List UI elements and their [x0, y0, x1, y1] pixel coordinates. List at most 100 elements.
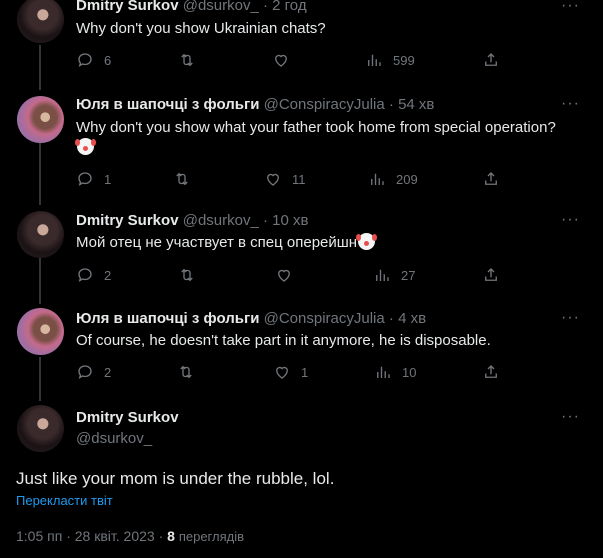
like-button[interactable] — [272, 51, 300, 69]
heart-icon — [276, 366, 288, 379]
views-label: переглядів — [178, 529, 245, 544]
tweet-text: Just like your mom is under the rubble, … — [16, 469, 335, 488]
views-icon — [368, 54, 381, 66]
tweet-time[interactable]: 54 хв — [398, 96, 434, 113]
retweet-button[interactable] — [178, 266, 206, 284]
views-count: 27 — [401, 267, 416, 283]
reply-button[interactable]: 2 — [76, 363, 111, 381]
heart-icon — [275, 54, 287, 67]
retweet-button[interactable] — [177, 363, 205, 381]
separator: · — [158, 528, 164, 544]
reply-button[interactable]: 6 — [76, 51, 111, 69]
views-icon — [377, 366, 390, 378]
tweet[interactable]: Юля в шапочці з фольги @ConspiracyJulia … — [0, 300, 603, 400]
author-handle[interactable]: @dsurkov_ — [183, 0, 259, 14]
tweet[interactable]: Dmitry Surkov @dsurkov_ · 10 хв ··· Мой … — [0, 200, 603, 300]
like-count: 1 — [301, 364, 309, 380]
avatar[interactable] — [17, 211, 64, 258]
views-button[interactable]: 10 — [374, 363, 416, 381]
share-icon — [485, 268, 497, 281]
views-button[interactable]: 27 — [373, 266, 415, 284]
more-options-icon[interactable]: ··· — [561, 95, 580, 113]
tweet-time[interactable]: 2 год — [272, 0, 306, 14]
tweet-header: Юля в шапочці з фольги @ConspiracyJulia … — [76, 96, 434, 113]
tweet[interactable]: Юля в шапочці з фольги @ConspiracyJulia … — [0, 90, 603, 200]
share-button[interactable] — [482, 266, 500, 284]
like-count: 11 — [292, 171, 306, 187]
author-handle[interactable]: @ConspiracyJulia — [264, 96, 385, 113]
views-count: 10 — [402, 364, 417, 380]
more-options-icon[interactable]: ··· — [561, 408, 580, 426]
retweet-button[interactable] — [173, 170, 201, 188]
tweet-header: Dmitry Surkov @dsurkov_ · 10 хв — [76, 212, 308, 229]
reply-icon — [78, 53, 92, 68]
tweet-text: Мой отец не участвует в спец оперейшн — [76, 233, 378, 253]
separator: · — [388, 96, 394, 113]
tweet-text: Of course, he doesn't take part in it an… — [76, 332, 491, 349]
separator: · — [388, 310, 394, 327]
tweet-time[interactable]: 10 хв — [272, 212, 308, 229]
views-count: 8 — [167, 528, 175, 544]
tweet-text-content: Мой отец не участвует в спец оперейшн — [76, 234, 358, 251]
like-button[interactable]: 11 — [264, 170, 306, 188]
retweet-button[interactable] — [178, 51, 206, 69]
retweet-icon — [181, 53, 193, 67]
views-icon — [376, 269, 389, 281]
share-button[interactable] — [482, 51, 500, 69]
author-handle-text[interactable]: @dsurkov_ — [76, 430, 152, 447]
tweet-header: Юля в шапочці з фольги @ConspiracyJulia … — [76, 310, 426, 327]
tweet-date[interactable]: 28 квіт. 2023 — [75, 528, 155, 544]
share-icon — [485, 365, 497, 378]
translate-tweet-link[interactable]: Перекласти твіт — [16, 493, 113, 508]
share-button[interactable] — [482, 363, 500, 381]
reply-button[interactable]: 2 — [76, 266, 111, 284]
tweet[interactable]: Dmitry Surkov @dsurkov_ · 2 год ··· Why … — [0, 0, 603, 90]
author-handle: @dsurkov_ — [76, 430, 152, 447]
views-count: 599 — [393, 52, 415, 68]
author-name[interactable]: Dmitry Surkov — [76, 212, 179, 229]
reply-button[interactable]: 1 — [76, 170, 111, 188]
author-name[interactable]: Юля в шапочці з фольги — [76, 310, 259, 327]
tweet-actions: 6 599 — [76, 51, 506, 71]
retweet-icon — [181, 268, 193, 282]
more-options-icon[interactable]: ··· — [561, 211, 580, 229]
author-handle[interactable]: @ConspiracyJulia — [264, 310, 385, 327]
clown-face-emoji — [356, 233, 378, 250]
reply-icon — [78, 268, 92, 283]
avatar[interactable] — [17, 0, 64, 43]
reply-count: 2 — [104, 364, 112, 380]
share-icon — [485, 53, 497, 66]
retweet-icon — [180, 365, 192, 379]
views-button[interactable]: 209 — [368, 170, 418, 188]
tweet-time[interactable]: 4 хв — [398, 310, 426, 327]
avatar[interactable] — [17, 405, 64, 452]
views-icon — [371, 173, 384, 185]
retweet-icon — [176, 172, 188, 186]
like-button[interactable] — [275, 266, 303, 284]
more-options-icon[interactable]: ··· — [561, 309, 580, 327]
separator: · — [262, 0, 268, 14]
reply-icon — [78, 365, 92, 380]
heart-icon — [267, 173, 279, 186]
reply-count: 6 — [104, 52, 112, 68]
author-name[interactable]: Юля в шапочці з фольги — [76, 96, 259, 113]
reply-icon — [78, 172, 92, 187]
reply-count: 2 — [104, 267, 112, 283]
author-name-text[interactable]: Dmitry Surkov — [76, 409, 179, 426]
author-name[interactable]: Dmitry Surkov — [76, 0, 179, 14]
more-options-icon[interactable]: ··· — [561, 0, 580, 15]
clown-face-emoji — [75, 138, 96, 155]
views-count: 209 — [396, 171, 418, 187]
avatar[interactable] — [17, 96, 64, 143]
tweet-actions: 1 11 209 — [76, 170, 506, 190]
avatar[interactable] — [17, 308, 64, 355]
author-name: Dmitry Surkov — [76, 409, 179, 426]
views-button[interactable]: 599 — [365, 51, 415, 69]
like-button[interactable]: 1 — [273, 363, 308, 381]
author-handle[interactable]: @dsurkov_ — [183, 212, 259, 229]
share-button[interactable] — [482, 170, 500, 188]
reply-count: 1 — [104, 171, 112, 187]
tweet-time[interactable]: 1:05 пп — [16, 528, 62, 544]
heart-icon — [278, 269, 290, 282]
separator: · — [262, 212, 268, 229]
